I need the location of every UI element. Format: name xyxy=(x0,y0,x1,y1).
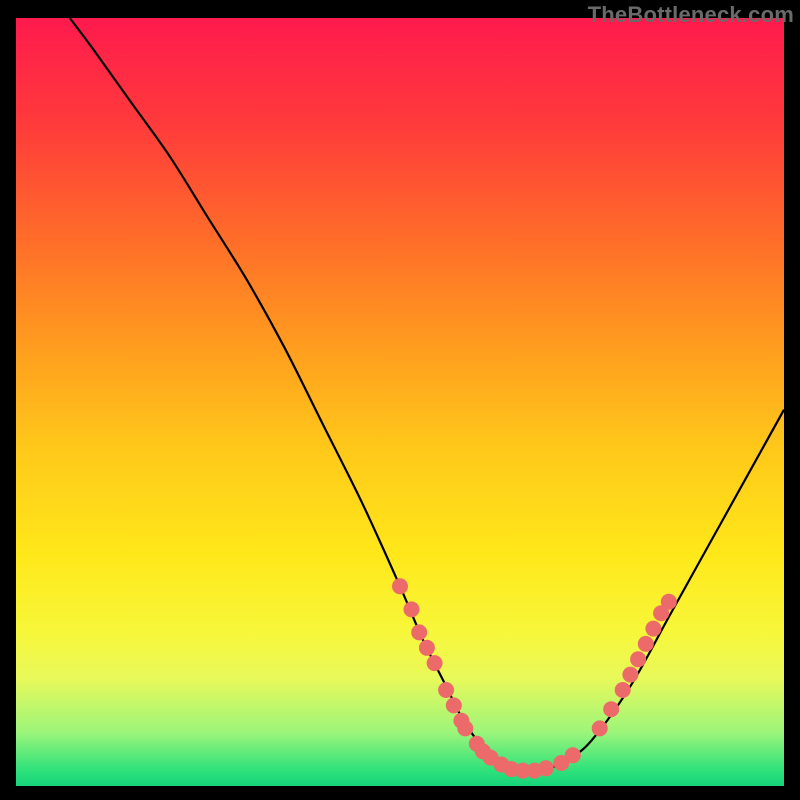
marker-dot xyxy=(630,651,646,667)
marker-dot xyxy=(638,636,654,652)
marker-dot xyxy=(411,624,427,640)
marker-dot xyxy=(592,720,608,736)
marker-dot xyxy=(645,621,661,637)
marker-dot xyxy=(457,720,473,736)
marker-dot xyxy=(565,747,581,763)
marker-dot xyxy=(622,667,638,683)
marker-dot xyxy=(615,682,631,698)
marker-dot xyxy=(538,760,554,776)
marker-dot xyxy=(446,697,462,713)
chart-frame: TheBottleneck.com xyxy=(0,0,800,800)
marker-layer xyxy=(392,578,677,778)
watermark-text: TheBottleneck.com xyxy=(588,2,794,28)
marker-dot xyxy=(419,640,435,656)
chart-svg xyxy=(16,18,784,786)
marker-dot xyxy=(603,701,619,717)
curve-path xyxy=(70,18,784,771)
marker-dot xyxy=(392,578,408,594)
marker-dot xyxy=(661,594,677,610)
marker-dot xyxy=(438,682,454,698)
plot-area xyxy=(16,18,784,786)
marker-dot xyxy=(404,601,420,617)
marker-dot xyxy=(427,655,443,671)
